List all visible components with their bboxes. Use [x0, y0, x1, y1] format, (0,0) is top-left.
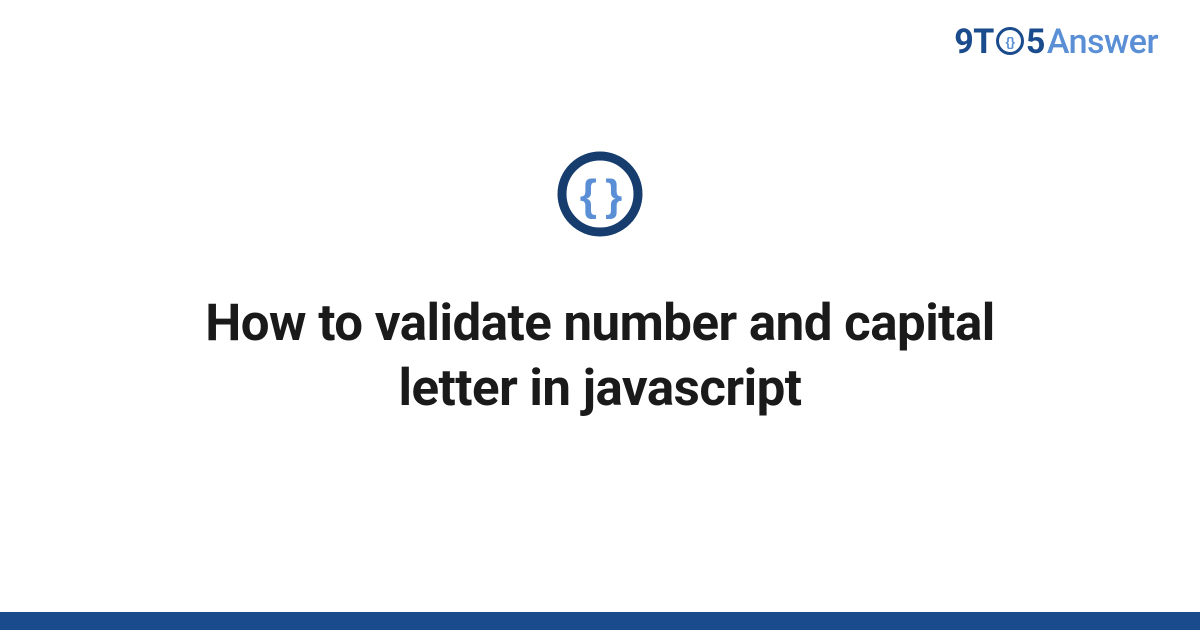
footer-accent-bar: [0, 612, 1200, 630]
page-title: How to validate number and capital lette…: [170, 291, 1030, 422]
site-header: 9T {} 5 Answer: [954, 22, 1158, 62]
braces-circle-icon: { }: [555, 149, 645, 243]
main-content: { } How to validate number and capital l…: [0, 0, 1200, 630]
logo-braces-icon: {}: [995, 26, 1025, 56]
site-logo: 9T {} 5 Answer: [954, 22, 1158, 62]
svg-text:{ }: { }: [580, 171, 622, 220]
logo-text-5: 5: [1026, 22, 1045, 62]
svg-text:{}: {}: [1005, 35, 1015, 50]
logo-text-9t: 9T: [954, 22, 994, 62]
logo-text-answer: Answer: [1047, 22, 1158, 62]
